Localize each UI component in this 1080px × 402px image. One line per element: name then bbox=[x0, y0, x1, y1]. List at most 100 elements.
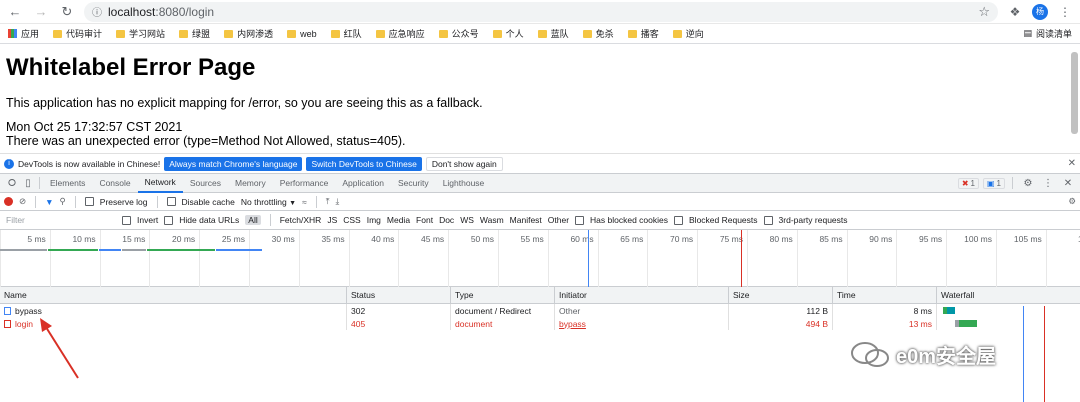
table-row[interactable]: login 405 document bypass 494 B 13 ms bbox=[0, 317, 1080, 330]
reload-icon[interactable]: ↻ bbox=[58, 3, 76, 21]
bookmark-star-icon[interactable]: ☆ bbox=[978, 4, 990, 20]
forward-icon[interactable]: → bbox=[32, 3, 50, 21]
tab-network[interactable]: Network bbox=[137, 174, 183, 193]
tab-security[interactable]: Security bbox=[391, 174, 436, 193]
bookmark-folder[interactable]: 红队 bbox=[330, 27, 362, 40]
network-conditions-icon[interactable]: ≈ bbox=[302, 197, 307, 207]
bookmark-label: 播客 bbox=[640, 29, 659, 39]
bookmark-folder[interactable]: 应急响应 bbox=[375, 27, 425, 40]
throttling-select[interactable]: No throttling ▼ bbox=[241, 197, 296, 207]
bookmark-folder[interactable]: 播客 bbox=[627, 27, 659, 40]
import-har-icon[interactable]: ⤒ bbox=[326, 196, 330, 207]
bookmark-apps[interactable]: 应用 bbox=[8, 27, 39, 40]
type-filter-img[interactable]: Img bbox=[367, 215, 381, 225]
type-filter-manifest[interactable]: Manifest bbox=[510, 215, 542, 225]
table-header: Name Status Type Initiator Size Time Wat… bbox=[0, 287, 1080, 304]
column-header-waterfall[interactable]: Waterfall bbox=[937, 287, 1080, 303]
disable-cache-checkbox[interactable] bbox=[166, 197, 176, 206]
tab-elements[interactable]: Elements bbox=[43, 174, 92, 193]
overview-tick: 70 ms bbox=[647, 230, 697, 287]
close-devtools-icon[interactable]: ✕ bbox=[1060, 178, 1076, 189]
bookmark-folder[interactable]: 免杀 bbox=[582, 27, 614, 40]
preserve-log-checkbox[interactable] bbox=[84, 197, 94, 206]
address-bar[interactable]: ⓘ localhost:8080/login ☆ bbox=[84, 1, 998, 22]
page-scrollbar[interactable] bbox=[1071, 52, 1078, 134]
type-filter-font[interactable]: Font bbox=[416, 215, 433, 225]
third-party-label: 3rd-party requests bbox=[778, 215, 848, 225]
overview-tick-label: 90 ms bbox=[869, 234, 893, 244]
inspect-element-icon[interactable]: ⭘ bbox=[4, 178, 20, 189]
bookmark-folder[interactable]: 学习网站 bbox=[116, 27, 165, 40]
device-toolbar-icon[interactable]: ▯ bbox=[20, 178, 36, 189]
avatar[interactable]: 杨 bbox=[1032, 3, 1048, 20]
type-filter-media[interactable]: Media bbox=[387, 215, 410, 225]
export-har-icon[interactable]: ⤓ bbox=[335, 196, 339, 207]
bookmark-folder[interactable]: 绿盟 bbox=[179, 27, 210, 40]
cell-time: 8 ms bbox=[833, 304, 937, 317]
more-options-icon[interactable]: ⋮ bbox=[1040, 178, 1056, 189]
info-icon[interactable]: ⓘ bbox=[92, 4, 102, 19]
message-count-badge[interactable]: ▣ 1 bbox=[982, 177, 1005, 189]
bookmark-folder[interactable]: 个人 bbox=[492, 27, 524, 40]
blocked-requests-checkbox[interactable] bbox=[674, 215, 684, 225]
watermark-text: e0m安全屋 bbox=[896, 346, 997, 368]
bookmark-folder[interactable]: 代码审计 bbox=[53, 27, 102, 40]
column-header-status[interactable]: Status bbox=[347, 287, 451, 303]
overview-tick-label: 85 ms bbox=[819, 234, 843, 244]
table-row[interactable]: bypass 302 document / Redirect Other 112… bbox=[0, 304, 1080, 317]
reading-list-button[interactable]: ▤ 阅读清单 bbox=[1023, 27, 1072, 40]
bookmark-label: 绿盟 bbox=[192, 29, 211, 39]
load-event-marker bbox=[741, 230, 742, 287]
type-filter-all[interactable]: All bbox=[245, 215, 261, 225]
type-filter-ws[interactable]: WS bbox=[460, 215, 474, 225]
extensions-icon[interactable]: ❖ bbox=[1006, 3, 1024, 21]
column-header-size[interactable]: Size bbox=[729, 287, 833, 303]
match-language-button[interactable]: Always match Chrome's language bbox=[164, 156, 303, 171]
column-header-initiator[interactable]: Initiator bbox=[555, 287, 729, 303]
close-icon[interactable]: ✕ bbox=[1068, 158, 1076, 169]
tab-sources[interactable]: Sources bbox=[183, 174, 228, 193]
tab-lighthouse[interactable]: Lighthouse bbox=[436, 174, 492, 193]
bookmark-folder[interactable]: web bbox=[287, 29, 317, 39]
type-filter-css[interactable]: CSS bbox=[343, 215, 360, 225]
gear-icon[interactable]: ⚙ bbox=[1020, 178, 1036, 189]
bookmark-folder[interactable]: 公众号 bbox=[438, 27, 479, 40]
filter-icon[interactable]: ▼ bbox=[45, 197, 53, 207]
column-header-name[interactable]: Name bbox=[0, 287, 347, 303]
type-filter-fetch-xhr[interactable]: Fetch/XHR bbox=[280, 215, 322, 225]
tab-application[interactable]: Application bbox=[335, 174, 391, 193]
bookmark-folder[interactable]: 内网渗透 bbox=[224, 27, 273, 40]
folder-icon bbox=[179, 29, 189, 38]
switch-chinese-button[interactable]: Switch DevTools to Chinese bbox=[306, 156, 422, 171]
type-filter-other[interactable]: Other bbox=[548, 215, 569, 225]
overview-bar bbox=[216, 249, 262, 251]
tab-console[interactable]: Console bbox=[92, 174, 137, 193]
type-filter-doc[interactable]: Doc bbox=[439, 215, 454, 225]
third-party-checkbox[interactable] bbox=[763, 215, 773, 225]
column-header-type[interactable]: Type bbox=[451, 287, 555, 303]
hide-data-urls-checkbox[interactable] bbox=[164, 215, 174, 225]
dont-show-again-button[interactable]: Don't show again bbox=[425, 156, 503, 171]
record-icon[interactable] bbox=[4, 197, 13, 206]
overview-tick-label: 60 ms bbox=[570, 234, 594, 244]
invert-checkbox[interactable] bbox=[122, 215, 131, 225]
type-filter-wasm[interactable]: Wasm bbox=[480, 215, 504, 225]
type-filter-js[interactable]: JS bbox=[327, 215, 337, 225]
column-header-time[interactable]: Time bbox=[833, 287, 937, 303]
error-count-badge[interactable]: ✖ 1 bbox=[957, 177, 979, 189]
message-count: 1 bbox=[996, 178, 1001, 188]
network-settings-gear-icon[interactable]: ⚙ bbox=[1068, 196, 1076, 207]
has-blocked-cookies-checkbox[interactable] bbox=[575, 215, 585, 225]
bookmark-folder[interactable]: 逆向 bbox=[672, 27, 704, 40]
search-icon[interactable]: ⚲ bbox=[60, 196, 66, 207]
cell-initiator-link[interactable]: bypass bbox=[555, 317, 729, 330]
tab-performance[interactable]: Performance bbox=[273, 174, 336, 193]
back-icon[interactable]: ← bbox=[6, 3, 24, 21]
tab-memory[interactable]: Memory bbox=[228, 174, 273, 193]
menu-icon[interactable]: ⋮ bbox=[1056, 3, 1074, 21]
overview-tick-label: 5 ms bbox=[27, 234, 46, 244]
bookmark-folder[interactable]: 蓝队 bbox=[537, 27, 569, 40]
filter-input[interactable]: Filter bbox=[4, 213, 116, 227]
network-overview-timeline[interactable]: 110105 ms 100 ms 95 ms 90 ms 85 ms 80 ms 75 ms… bbox=[0, 230, 1080, 287]
clear-icon[interactable]: ⊘ bbox=[19, 196, 26, 207]
